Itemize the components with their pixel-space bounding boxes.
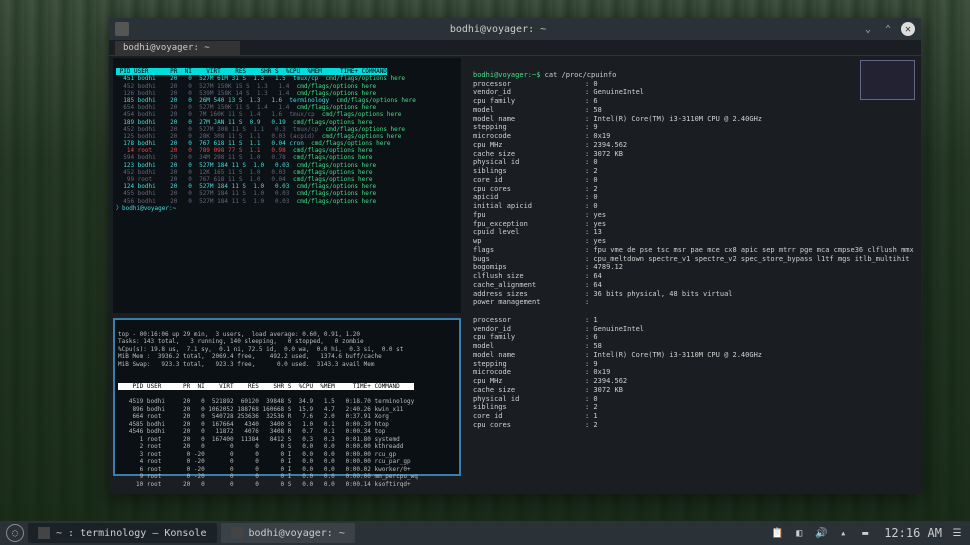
volume-icon[interactable]: 🔊: [814, 526, 828, 540]
cpuinfo-pane[interactable]: bodhi@voyager:~$ cat /proc/cpuinfo proce…: [467, 58, 915, 498]
clock[interactable]: 12:16 AM: [884, 526, 942, 540]
terminal-tab[interactable]: bodhi@voyager: ~: [115, 41, 240, 55]
konsole-icon: [38, 527, 50, 539]
htop-header: PID USER PR NI VIRT RES SHR S %CPU %MEM …: [116, 68, 387, 75]
maximize-button[interactable]: ⌃: [881, 22, 895, 36]
taskbar-item-konsole[interactable]: ~ : terminology — Konsole: [28, 523, 217, 543]
taskbar-item-label: ~ : terminology — Konsole: [56, 528, 207, 539]
cpuinfo-output: processor: 0 vendor_id: GenuineIntel cpu…: [473, 80, 915, 429]
htop-process-list: 451 bodhi 20 0 527M 61M 31 S 1.3 1.5 tmu…: [116, 75, 416, 204]
top-process-list: 4519 bodhi 20 0 521892 60120 39848 S 34.…: [118, 398, 418, 488]
htop-pane[interactable]: PID USER PR NI VIRT RES SHR S %CPU %MEM …: [113, 58, 461, 313]
network-icon[interactable]: ▬: [858, 526, 872, 540]
updates-icon[interactable]: ◧: [792, 526, 806, 540]
terminal-window-main: bodhi@voyager: ~ ⌄ ⌃ ✕ bodhi@voyager: ~ …: [109, 18, 921, 494]
close-button[interactable]: ✕: [901, 22, 915, 36]
taskbar: ◌ ~ : terminology — Konsole bodhi@voyage…: [0, 521, 970, 545]
top-header: PID USER PR NI VIRT RES SHR S %CPU %MEM …: [118, 383, 414, 390]
taskbar-item-terminal[interactable]: bodhi@voyager: ~: [221, 523, 355, 543]
menu-icon[interactable]: ☰: [950, 526, 964, 540]
window-title: bodhi@voyager: ~: [135, 24, 861, 35]
chevron-up-icon[interactable]: ▴: [836, 526, 850, 540]
htop-prompt: 〉bodhi@voyager:~: [116, 205, 176, 212]
clipboard-icon[interactable]: 📋: [770, 526, 784, 540]
app-icon: [115, 22, 129, 36]
shell-command: cat /proc/cpuinfo: [545, 71, 617, 79]
start-menu-button[interactable]: ◌: [6, 524, 24, 542]
minimize-button[interactable]: ⌄: [861, 22, 875, 36]
titlebar[interactable]: bodhi@voyager: ~ ⌄ ⌃ ✕: [109, 18, 921, 40]
top-summary: top - 00:16:06 up 29 min, 3 users, load …: [118, 331, 403, 368]
desktop-preview-thumbnail[interactable]: [860, 60, 915, 100]
top-pane[interactable]: top - 00:16:06 up 29 min, 3 users, load …: [113, 318, 461, 476]
taskbar-item-label: bodhi@voyager: ~: [249, 528, 345, 539]
terminal-icon: [231, 527, 243, 539]
shell-prompt: bodhi@voyager:~$: [473, 71, 540, 79]
system-tray: 📋 ◧ 🔊 ▴ ▬ 12:16 AM ☰: [770, 526, 964, 540]
